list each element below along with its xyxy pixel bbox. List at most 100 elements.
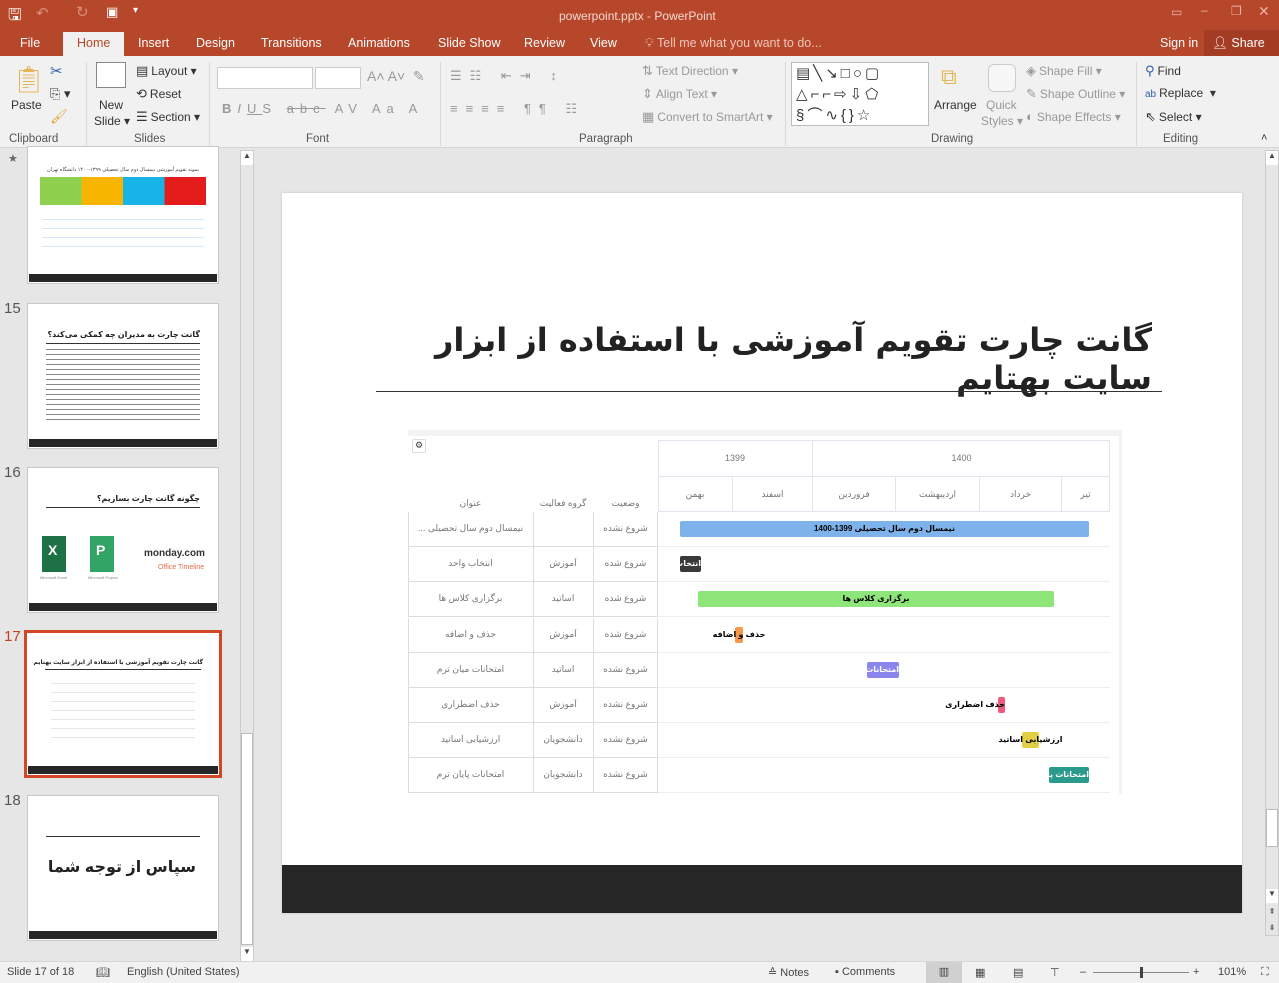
scrollbar-thumb[interactable] — [241, 733, 253, 945]
font-grow-shrink-icons[interactable]: A˄ A˅ ✎ — [367, 68, 425, 85]
spell-check-icon[interactable]: 📖︎ — [96, 966, 110, 979]
share-button[interactable]: 👤︎ Share — [1204, 30, 1279, 56]
table-row[interactable]: امتحانات میان ترم اساتید شروع نشده امتحا… — [408, 652, 1110, 688]
font-name-input[interactable] — [217, 67, 313, 89]
paste-icon[interactable]: 📋︎ — [12, 64, 45, 95]
scrollbar-thumb[interactable] — [1266, 809, 1278, 847]
shape-effects-button[interactable]: ◐ Shape Effects ▾ — [1026, 109, 1121, 124]
ribbon-display-icon[interactable]: ▭ — [1171, 5, 1182, 19]
arrange-button[interactable]: Arrange — [934, 98, 977, 112]
quick-styles-icon[interactable] — [988, 64, 1016, 92]
notes-button[interactable]: ≙ Notes — [768, 966, 809, 979]
close-icon[interactable]: ✕ — [1258, 3, 1270, 20]
reading-view-button[interactable]: ▤ — [1013, 966, 1023, 979]
quick-styles-button[interactable]: Styles ▾ — [981, 114, 1023, 128]
gantt-bar[interactable]: ارزشیابی اساتید — [999, 732, 1062, 749]
slide-thumbnail-15[interactable]: گانت چارت به مدیران چه کمکی می‌کند؟ — [27, 303, 219, 449]
table-row[interactable]: نیمسال دوم سال تحصیلی ... شروع نشده نیمس… — [408, 512, 1110, 547]
cut-icon[interactable]: ✂ — [50, 62, 63, 80]
tab-home[interactable]: Home — [63, 32, 125, 56]
shape-fill-button[interactable]: ◈ Shape Fill ▾ — [1026, 63, 1102, 79]
sign-in-link[interactable]: Sign in — [1160, 36, 1198, 50]
language-indicator[interactable]: English (United States) — [127, 966, 240, 978]
tab-animations[interactable]: Animations — [348, 36, 410, 50]
zoom-in-button[interactable]: + — [1193, 966, 1199, 978]
slide-sorter-button[interactable]: ▦ — [975, 966, 985, 979]
reset-button[interactable]: ⟲ Reset — [136, 86, 181, 102]
quick-styles-label[interactable]: Quick — [986, 98, 1017, 112]
font-size-input[interactable] — [315, 67, 361, 89]
text-direction-button[interactable]: ⇅ Text Direction ▾ — [642, 63, 738, 79]
find-button[interactable]: ⚲ Find — [1145, 63, 1181, 79]
arrange-icon[interactable]: ⧉ — [941, 64, 957, 90]
thumbnail-scrollbar[interactable]: ▲ ▼ — [240, 150, 254, 962]
gantt-bar[interactable]: حذف و اضافه — [713, 626, 765, 643]
collapse-ribbon-icon[interactable]: ˄ — [1261, 132, 1267, 144]
copy-icon[interactable]: ⎘ ▾ — [50, 86, 71, 102]
slideshow-view-button[interactable]: ⊤ — [1050, 966, 1060, 979]
gantt-chart-image[interactable]: ⚙ عنوان گروه فعالیت وضعیت 1399 1400 بهمن… — [408, 430, 1122, 794]
slide-thumbnail-14[interactable]: نمونه تقویم آموزشی نیمسال دوم سال تحصیلی… — [27, 146, 219, 284]
tab-file[interactable]: File — [20, 36, 40, 50]
save-icon[interactable]: 🖫 — [8, 4, 22, 31]
start-slideshow-icon[interactable]: ▣ — [106, 4, 118, 20]
slide-title[interactable]: گانت چارت تقویم آموزشی با استفاده از ابز… — [402, 321, 1152, 397]
gantt-bar[interactable]: انتخاب واحد — [680, 556, 701, 573]
table-row[interactable]: انتخاب واحد آموزش شروع شده انتخاب واحد — [408, 547, 1110, 583]
new-slide-label[interactable]: New — [99, 98, 123, 112]
select-button[interactable]: ⇖ Select ▾ — [1145, 109, 1202, 125]
gantt-bar[interactable]: برگزاری کلاس ها — [698, 591, 1054, 608]
tab-insert[interactable]: Insert — [138, 36, 169, 50]
new-slide-button[interactable]: Slide ▾ — [94, 114, 130, 128]
font-format-buttons[interactable]: BIUS abc AV Aa A — [222, 101, 423, 116]
table-row[interactable]: برگزاری کلاس ها اساتید شروع شده برگزاری … — [408, 582, 1110, 618]
minimize-icon[interactable]: – — [1201, 3, 1208, 17]
tab-review[interactable]: Review — [524, 36, 565, 50]
shapes-gallery[interactable]: ▤╲↘□○▢ △⌐⌐⇨⇩⬠ §⌒∿{}☆ — [791, 62, 929, 126]
convert-smartart-button[interactable]: ▦ Convert to SmartArt ▾ — [642, 109, 773, 125]
normal-view-button[interactable]: ▥ — [926, 962, 962, 983]
slide-canvas[interactable]: گانت چارت تقویم آموزشی با استفاده از ابز… — [282, 193, 1242, 913]
format-painter-icon[interactable]: 🖌︎ — [50, 108, 68, 125]
gantt-bar[interactable]: نیمسال دوم سال تحصیلی 1399-1400 — [680, 521, 1089, 537]
shape-outline-button[interactable]: ✎ Shape Outline ▾ — [1026, 86, 1125, 102]
section-button[interactable]: ☰ Section ▾ — [136, 109, 200, 125]
table-row[interactable]: حذف و اضافه آموزش شروع شده حذف و اضافه — [408, 617, 1110, 653]
paste-button[interactable]: Paste — [11, 98, 42, 112]
alignment-icons[interactable]: ≡≡≡≡ ¶¶ ☷ — [450, 101, 585, 117]
scroll-up-icon[interactable]: ▲ — [1266, 151, 1278, 165]
slide-thumbnail-17[interactable]: گانت چارت تقویم آموزشی با استفاده از ابز… — [24, 630, 222, 778]
gantt-bar[interactable]: امتحانات میان ترم — [867, 661, 899, 678]
gantt-bar[interactable]: حذف اضطراری — [945, 697, 1005, 713]
customize-toolbar-icon[interactable]: ▾ — [133, 5, 138, 16]
undo-icon[interactable]: ↶ — [36, 4, 49, 22]
redo-icon[interactable]: ↻ — [76, 3, 89, 21]
next-slide-icon[interactable]: ⇟ — [1266, 923, 1278, 932]
list-indent-icons[interactable]: ☰☷ ⇤⇥ ↕ — [450, 68, 565, 84]
fit-to-window-icon[interactable]: ⛶ — [1261, 966, 1269, 979]
restore-icon[interactable]: ❐ — [1231, 4, 1242, 18]
slide-thumbnail-16[interactable]: چگونه گانت چارت بسازیم؟ X P monday.com O… — [27, 467, 219, 613]
tell-me-search[interactable]: 💡︎ Tell me what you want to do... — [645, 36, 822, 51]
tab-transitions[interactable]: Transitions — [261, 36, 322, 50]
zoom-slider-thumb[interactable] — [1140, 967, 1143, 978]
scroll-down-icon[interactable]: ▼ — [1266, 889, 1278, 903]
gantt-bar[interactable]: امتحانات پایان ترم — [1049, 767, 1089, 784]
comments-button[interactable]: ▪ Comments — [835, 966, 895, 978]
tab-design[interactable]: Design — [196, 36, 235, 50]
slide-thumbnail-18[interactable]: سپاس از توجه شما — [27, 795, 219, 941]
scroll-down-icon[interactable]: ▼ — [241, 947, 253, 961]
tab-view[interactable]: View — [590, 36, 617, 50]
table-row[interactable]: ارزشیابی اساتید دانشجویان شروع نشده ارزش… — [408, 723, 1110, 759]
replace-button[interactable]: ab Replace ▾ — [1145, 86, 1216, 100]
previous-slide-icon[interactable]: ⇞ — [1266, 907, 1278, 916]
new-slide-icon[interactable] — [96, 62, 126, 88]
layout-button[interactable]: ▤ Layout ▾ — [136, 63, 197, 79]
editor-scrollbar[interactable]: ▲ ▼ ⇞ ⇟ — [1265, 150, 1279, 936]
scroll-up-icon[interactable]: ▲ — [241, 151, 253, 165]
tab-slide-show[interactable]: Slide Show — [438, 36, 501, 50]
table-row[interactable]: امتحانات پایان ترم دانشجویان شروع نشده ا… — [408, 758, 1110, 794]
zoom-level[interactable]: 101% — [1218, 966, 1246, 978]
table-row[interactable]: حذف اضطراری آموزش شروع نشده حذف اضطراری — [408, 688, 1110, 723]
zoom-out-button[interactable]: – — [1080, 966, 1086, 978]
